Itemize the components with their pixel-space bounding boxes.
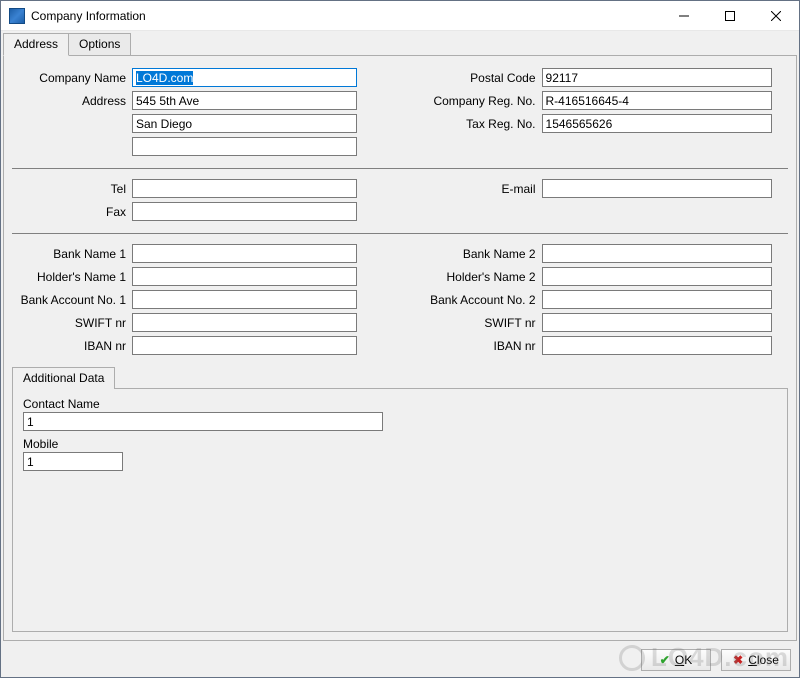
holder-name-1-field[interactable] [132,267,357,286]
bank-name-1-field[interactable] [132,244,357,263]
titlebar: Company Information [1,1,799,31]
window: Company Information Address Options Co [0,0,800,678]
ok-button[interactable]: ✔ OK [641,649,711,671]
label-postal-code: Postal Code [416,71,542,85]
label-contact-name: Contact Name [23,397,777,411]
company-name-field[interactable] [132,68,357,87]
address-line3-field[interactable] [132,137,357,156]
ok-button-label: O [675,653,684,667]
label-tel: Tel [12,182,132,196]
label-iban-1: IBAN nr [12,339,132,353]
separator-2 [12,233,788,234]
company-reg-field[interactable] [542,91,772,110]
label-holder-name-2: Holder's Name 2 [416,270,542,284]
tab-additional-data[interactable]: Additional Data [12,367,115,389]
close-window-button[interactable] [753,1,799,31]
close-button-label: C [748,653,757,667]
cross-icon: ✖ [733,654,743,666]
close-icon [771,11,781,21]
label-mobile: Mobile [23,437,777,451]
tab-address[interactable]: Address [3,33,69,56]
tab-options[interactable]: Options [68,33,131,55]
tel-field[interactable] [132,179,357,198]
button-bar: ✔ OK ✖ Close [1,643,799,677]
label-bank-acct-2: Bank Account No. 2 [416,293,542,307]
address-line1-field[interactable] [132,91,357,110]
maximize-icon [725,11,735,21]
swift-1-field[interactable] [132,313,357,332]
holder-name-2-field[interactable] [542,267,772,286]
label-email: E-mail [416,182,542,196]
separator-1 [12,168,788,169]
fax-field[interactable] [132,202,357,221]
postal-code-field[interactable] [542,68,772,87]
main-tabs: Address Options [1,31,799,55]
additional-panel: Contact Name Mobile [12,388,788,632]
label-company-reg: Company Reg. No. [416,94,542,108]
check-icon: ✔ [660,654,670,666]
label-fax: Fax [12,205,132,219]
address-line2-field[interactable] [132,114,357,133]
label-holder-name-1: Holder's Name 1 [12,270,132,284]
bank-acct-1-field[interactable] [132,290,357,309]
tab-panel-address: Company Name Address [3,55,797,641]
client-area: Address Options Company Name Address [1,31,799,677]
swift-2-field[interactable] [542,313,772,332]
label-iban-2: IBAN nr [416,339,542,353]
label-bank-name-2: Bank Name 2 [416,247,542,261]
additional-section: Additional Data Contact Name Mobile [12,367,788,632]
bank-name-2-field[interactable] [542,244,772,263]
label-address: Address [12,94,132,108]
iban-2-field[interactable] [542,336,772,355]
close-button[interactable]: ✖ Close [721,649,791,671]
label-bank-acct-1: Bank Account No. 1 [12,293,132,307]
maximize-button[interactable] [707,1,753,31]
tax-reg-field[interactable] [542,114,772,133]
label-swift-1: SWIFT nr [12,316,132,330]
label-tax-reg: Tax Reg. No. [416,117,542,131]
mobile-field[interactable] [23,452,123,471]
label-company-name: Company Name [12,71,132,85]
iban-1-field[interactable] [132,336,357,355]
contact-name-field[interactable] [23,412,383,431]
app-icon [9,8,25,24]
minimize-button[interactable] [661,1,707,31]
window-title: Company Information [31,9,146,23]
label-swift-2: SWIFT nr [416,316,542,330]
minimize-icon [679,11,689,21]
email-field[interactable] [542,179,772,198]
bank-acct-2-field[interactable] [542,290,772,309]
label-bank-name-1: Bank Name 1 [12,247,132,261]
